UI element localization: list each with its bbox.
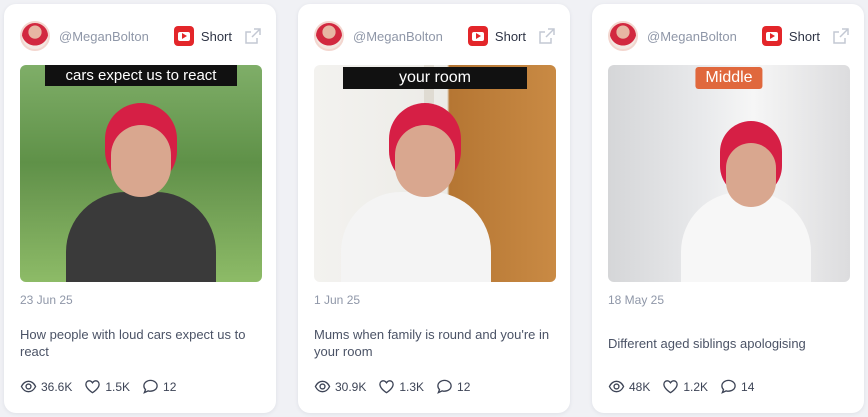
avatar[interactable] <box>314 21 344 51</box>
comment-icon <box>721 379 736 394</box>
likes-count: 1.2K <box>683 379 709 394</box>
avatar[interactable] <box>608 21 638 51</box>
heart-icon <box>379 380 395 394</box>
youtube-icon <box>761 26 782 46</box>
likes-stat: 1.2K <box>662 378 708 395</box>
content-type-label: Short <box>494 28 526 44</box>
card-header: @MeganBolton Short <box>314 20 556 52</box>
comments-stat: 12 <box>142 378 176 395</box>
post-date: 18 May 25 <box>608 293 665 307</box>
views-count: 36.6K <box>41 379 73 394</box>
comments-count: 12 <box>163 379 177 394</box>
video-card-grid: @MeganBolton Short cars expect us to rea… <box>0 0 868 417</box>
video-card[interactable]: @MeganBolton Short your room 1 Jun 25 Mu… <box>298 4 570 413</box>
thumbnail-face <box>395 125 456 197</box>
thumbnail-face <box>111 125 171 197</box>
video-card[interactable]: @MeganBolton Short Middle 18 May 25 Diff… <box>592 4 864 413</box>
comments-stat: 12 <box>436 378 470 395</box>
video-description: Different aged siblings apologising <box>608 336 806 351</box>
video-description: Mums when family is round and you're in … <box>314 327 550 359</box>
external-link-icon[interactable] <box>538 27 556 45</box>
card-header: @MeganBolton Short <box>20 20 262 52</box>
likes-count: 1.5K <box>105 379 131 394</box>
content-type-label: Short <box>788 28 820 44</box>
comment-icon <box>143 379 158 394</box>
eye-icon <box>314 380 331 393</box>
views-stat: 36.6K <box>20 378 72 395</box>
thumbnail-figure <box>340 192 491 282</box>
likes-stat: 1.3K <box>378 378 424 395</box>
comment-icon <box>437 379 452 394</box>
video-thumbnail[interactable]: your room <box>314 65 556 282</box>
youtube-icon <box>173 26 194 46</box>
thumbnail-figure <box>66 192 216 282</box>
engagement-stats: 36.6K 1.5K 12 <box>20 378 188 395</box>
external-link-icon[interactable] <box>832 27 850 45</box>
external-link-icon[interactable] <box>244 27 262 45</box>
video-card[interactable]: @MeganBolton Short cars expect us to rea… <box>4 4 276 413</box>
content-type-label: Short <box>200 28 232 44</box>
youtube-icon <box>467 26 488 46</box>
card-header: @MeganBolton Short <box>608 20 850 52</box>
views-stat: 48K <box>608 378 650 395</box>
comments-count: 14 <box>741 379 755 394</box>
post-date: 1 Jun 25 <box>314 293 361 307</box>
avatar[interactable] <box>20 21 50 51</box>
heart-icon <box>85 380 101 394</box>
thumbnail-caption: your room <box>343 67 527 89</box>
thumbnail-caption: Middle <box>695 67 763 89</box>
views-stat: 30.9K <box>314 378 366 395</box>
author-handle[interactable]: @MeganBolton <box>353 29 468 44</box>
author-handle[interactable]: @MeganBolton <box>647 29 762 44</box>
comments-stat: 14 <box>720 378 754 395</box>
post-date: 23 Jun 25 <box>20 293 73 307</box>
views-count: 48K <box>629 379 651 394</box>
likes-stat: 1.5K <box>84 378 130 395</box>
comments-count: 12 <box>457 379 471 394</box>
video-thumbnail[interactable]: cars expect us to react <box>20 65 262 282</box>
heart-icon <box>663 380 679 394</box>
video-description: How people with loud cars expect us to r… <box>20 327 246 359</box>
engagement-stats: 48K 1.2K 14 <box>608 378 766 395</box>
video-thumbnail[interactable]: Middle <box>608 65 850 282</box>
views-count: 30.9K <box>335 379 367 394</box>
thumbnail-caption: cars expect us to react <box>45 65 237 86</box>
eye-icon <box>608 380 625 393</box>
eye-icon <box>20 380 37 393</box>
likes-count: 1.3K <box>399 379 425 394</box>
author-handle[interactable]: @MeganBolton <box>59 29 174 44</box>
engagement-stats: 30.9K 1.3K 12 <box>314 378 482 395</box>
thumbnail-face <box>725 143 776 207</box>
